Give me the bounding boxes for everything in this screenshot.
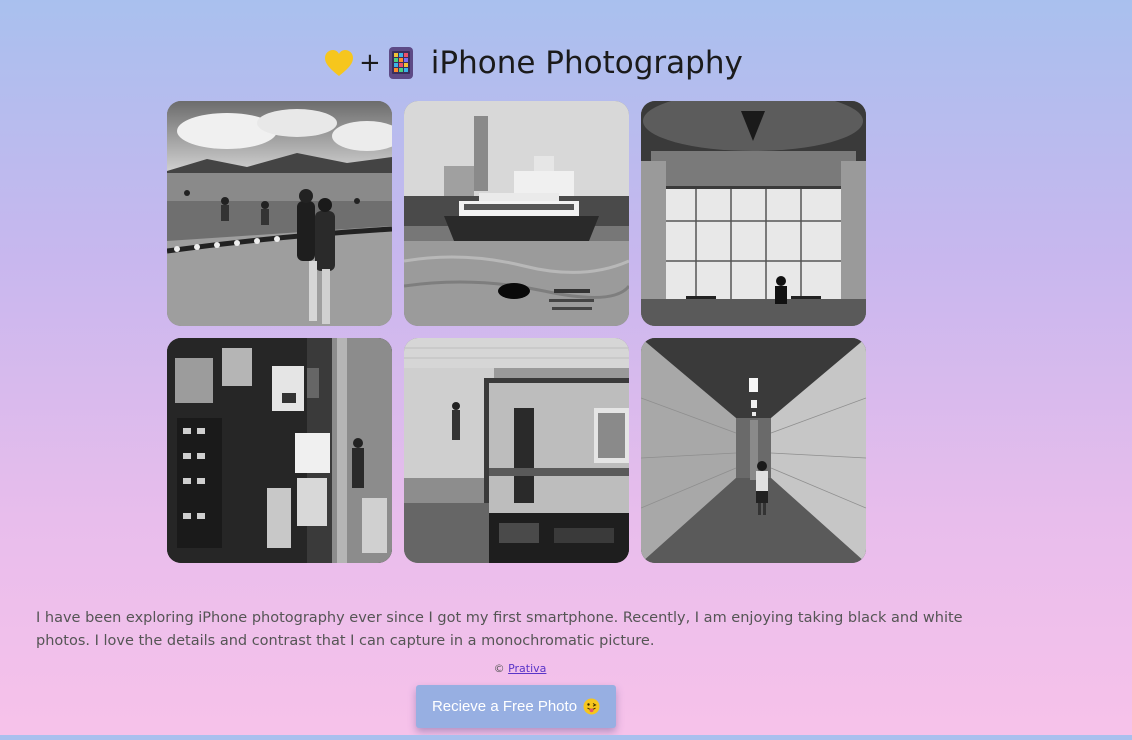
- description-text: I have been exploring iPhone photography…: [36, 609, 963, 649]
- photo-beach[interactable]: [167, 101, 392, 326]
- page-title: + iPhone Photography: [323, 40, 743, 86]
- photo-train[interactable]: [404, 338, 629, 563]
- author-link[interactable]: Prativa: [508, 662, 546, 675]
- mobile-phone-icon: [387, 47, 415, 79]
- cta-label: Recieve a Free Photo: [431, 698, 578, 715]
- photo-tunnel[interactable]: [641, 338, 866, 563]
- receive-free-photo-button[interactable]: Recieve a Free Photo: [416, 685, 616, 728]
- photo-hall[interactable]: [641, 101, 866, 326]
- smiling-face-with-tongue-icon: [583, 698, 600, 715]
- yellow-heart-icon: [323, 48, 355, 78]
- plus-sign: +: [359, 48, 381, 78]
- photo-ferry[interactable]: [404, 101, 629, 326]
- photo-gallery: [167, 101, 866, 563]
- title-text: iPhone Photography: [430, 45, 743, 81]
- copyright-credit: © Prativa: [0, 662, 1040, 675]
- page-bottom-bar: [0, 735, 1132, 740]
- photo-street-stall[interactable]: [167, 338, 392, 563]
- copyright-symbol: ©: [493, 662, 505, 675]
